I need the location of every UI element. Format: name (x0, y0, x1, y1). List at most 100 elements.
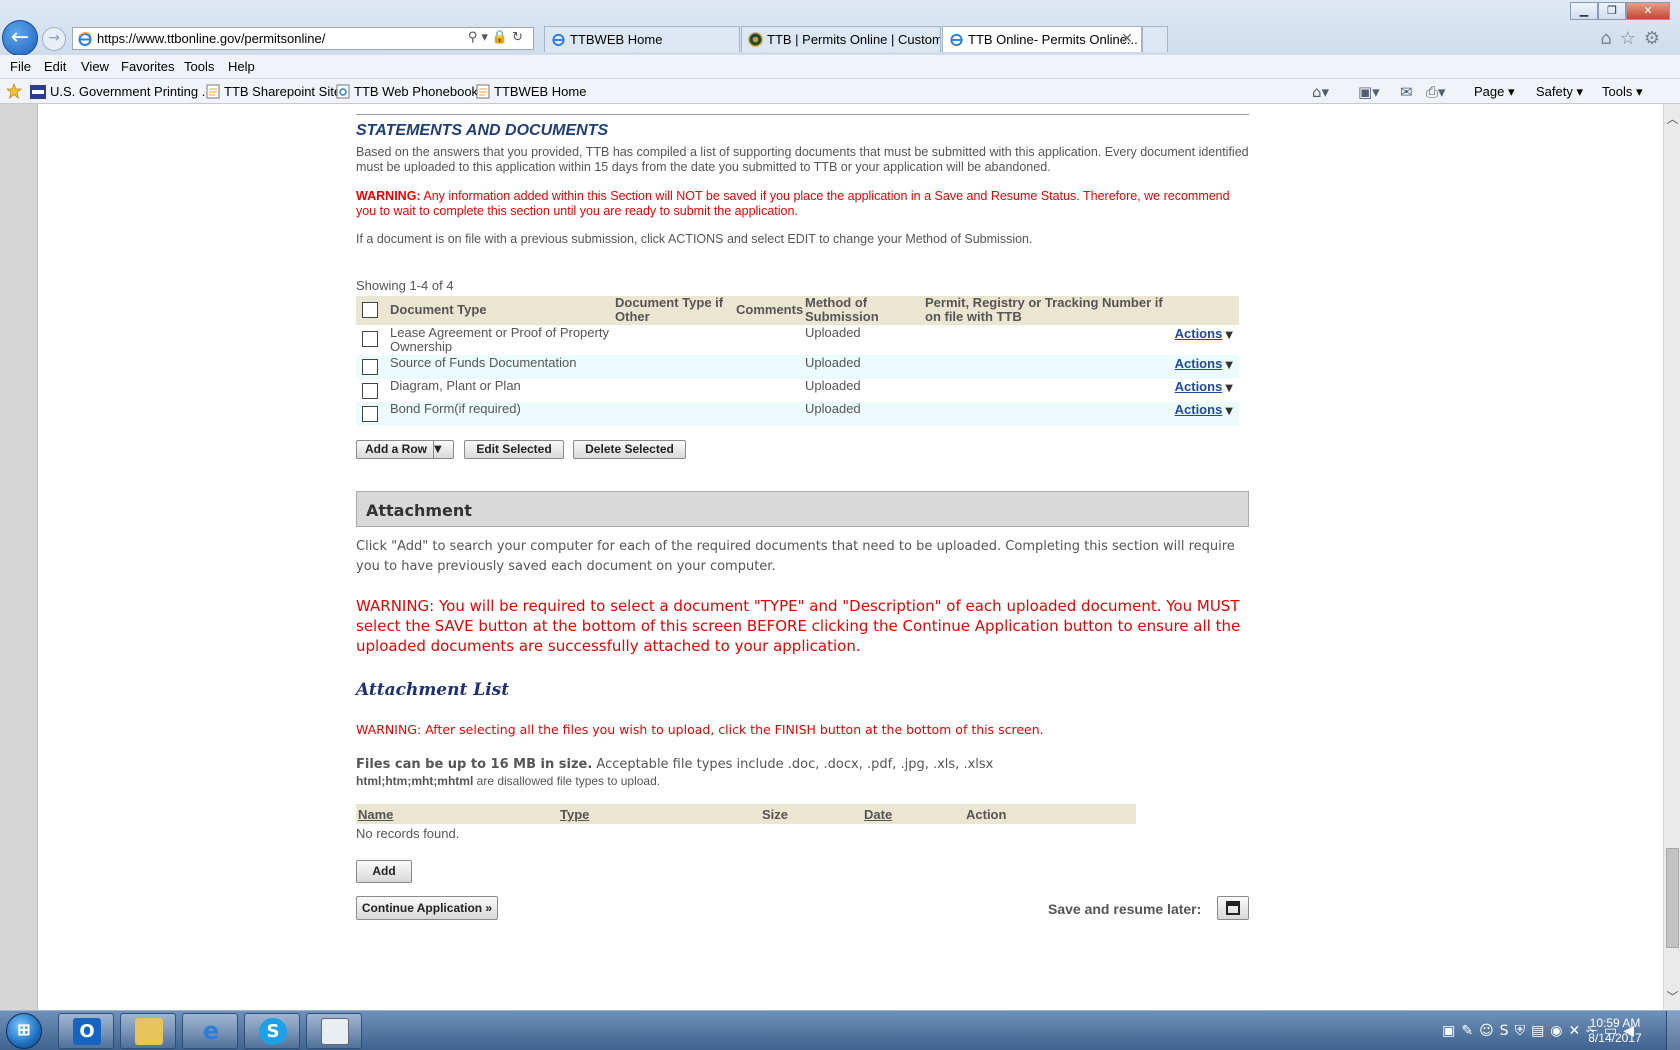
row-checkbox[interactable] (362, 331, 378, 347)
continue-application-button[interactable]: Continue Application » (356, 896, 498, 920)
menu-help[interactable]: Help (228, 59, 255, 74)
col-document-type: Document Type (390, 302, 487, 317)
tab-ttb-online-active[interactable]: TTB Online- Permits Online... ✕ (942, 26, 1142, 52)
row-actions-menu[interactable]: Actions ▼ (1175, 402, 1233, 417)
row-checkbox[interactable] (362, 406, 378, 422)
col-size: Size (762, 807, 789, 822)
fav-gpo[interactable]: U.S. Government Printing ... (30, 84, 213, 99)
attachment-list-title: Attachment List (356, 680, 510, 700)
taskbar-internet-explorer[interactable]: e (182, 1013, 238, 1049)
add-button[interactable]: Add (356, 860, 412, 883)
showing-count: Showing 1-4 of 4 (356, 278, 454, 293)
show-desktop-button[interactable] (1666, 1011, 1680, 1050)
table-row: Bond Form(if required) Uploaded Actions ▼ (356, 402, 1239, 426)
save-later-button[interactable] (1217, 896, 1249, 920)
add-row-label: Add a Row (365, 442, 427, 456)
skype-tray-icon[interactable]: S (1500, 1023, 1515, 1039)
col-type-sort[interactable]: Type (560, 807, 589, 822)
start-button[interactable]: ⊞ (6, 1013, 42, 1049)
ttb-seal-icon (748, 32, 763, 47)
forward-button[interactable]: → (42, 27, 66, 51)
delete-selected-button[interactable]: Delete Selected (573, 440, 686, 459)
star-icon[interactable]: ☆ (1620, 28, 1644, 49)
section-divider (356, 114, 1249, 115)
ie-icon (78, 32, 92, 46)
menu-tools[interactable]: Tools (184, 59, 214, 74)
taskbar-explorer[interactable] (120, 1013, 176, 1049)
taskbar-app[interactable] (306, 1013, 362, 1049)
print-icon[interactable]: ⎙▾ (1426, 83, 1446, 101)
restore-icon[interactable]: ❐ (1598, 2, 1626, 20)
tools-menu-label: Tools (1602, 84, 1633, 99)
lock-icon[interactable]: 🔒 (492, 30, 512, 45)
row-actions-menu[interactable]: Actions ▼ (1175, 326, 1233, 341)
safety-menu[interactable]: Safety ▾ (1536, 84, 1583, 100)
close-tab-icon[interactable]: ✕ (1121, 31, 1133, 47)
new-tab-button[interactable] (1142, 26, 1168, 52)
sync-tray-icon[interactable]: ◉ (1550, 1023, 1568, 1039)
home-icon[interactable]: ⌂ (1600, 28, 1619, 49)
row-checkbox[interactable] (362, 359, 378, 375)
add-row-button[interactable]: Add a Row ▼ (356, 440, 454, 459)
pen-tray-icon[interactable]: ✎ (1461, 1023, 1479, 1039)
tools-menu[interactable]: Tools ▾ (1602, 84, 1643, 100)
menu-edit[interactable]: Edit (44, 59, 66, 74)
shield-icon[interactable]: ⛨ (1515, 1023, 1532, 1039)
favorites-star-icon[interactable] (6, 83, 22, 99)
tab-label: TTB | Permits Online | Custom... (767, 32, 941, 47)
address-url[interactable]: https://www.ttbonline.gov/permitsonline/ (97, 31, 325, 46)
taskbar-clock[interactable]: 10:59 AM 8/14/2017 (1580, 1016, 1650, 1046)
gear-icon[interactable]: ⚙ (1644, 28, 1668, 49)
select-all-checkbox[interactable] (362, 302, 378, 318)
fav-label: TTB Sharepoint Site (224, 84, 342, 99)
dropdown-icon[interactable]: ▾ (481, 30, 492, 45)
user-tray-icon[interactable]: ☺ (1479, 1023, 1500, 1039)
tab-ttbweb-home[interactable]: TTBWEB Home (544, 26, 740, 52)
scroll-down-icon[interactable]: ﹀ (1664, 988, 1680, 1004)
tab-ttb-permits-online[interactable]: TTB | Permits Online | Custom... (741, 26, 941, 52)
attachment-instructions: Click "Add" to search your computer for … (356, 539, 1235, 574)
outlook-tray-icon[interactable]: ▣ (1442, 1023, 1461, 1039)
drive-tray-icon[interactable]: ▤ (1531, 1023, 1550, 1039)
ie-icon: e (202, 1017, 220, 1045)
back-button[interactable]: ← (2, 20, 38, 56)
menu-file[interactable]: File (10, 59, 31, 74)
scroll-up-icon[interactable]: ︿ (1664, 110, 1680, 126)
col-name-sort[interactable]: Name (358, 807, 393, 822)
minimize-icon[interactable]: ▁ (1570, 2, 1598, 20)
tab-label: TTBWEB Home (570, 32, 663, 47)
statements-warning: WARNING: Any information added within th… (356, 189, 1249, 219)
clock-time: 10:59 AM (1589, 1016, 1641, 1030)
row-doc-type: Lease Agreement or Proof of Property Own… (390, 325, 609, 354)
home-icon[interactable]: ⌂▾ (1312, 83, 1329, 101)
search-icon[interactable]: ⚲ (468, 30, 482, 45)
attachment-list-warning: WARNING: After selecting all the files y… (356, 722, 1044, 737)
menu-view[interactable]: View (81, 59, 109, 74)
actions-label: Actions (1174, 379, 1223, 394)
fav-sharepoint[interactable]: TTB Sharepoint Site (206, 84, 341, 99)
fav-ttbweb[interactable]: TTBWEB Home (476, 84, 586, 99)
row-checkbox[interactable] (362, 383, 378, 399)
url-prefix: https://www. (97, 31, 168, 46)
row-actions-menu[interactable]: Actions ▼ (1175, 356, 1233, 371)
fav-phonebook[interactable]: TTB Web Phonebook (336, 84, 478, 99)
col-date-sort[interactable]: Date (864, 807, 892, 822)
mail-icon[interactable]: ✉ (1400, 83, 1413, 101)
warning-label: WARNING: (356, 189, 421, 203)
scroll-thumb[interactable] (1666, 848, 1679, 948)
chevron-down-icon[interactable]: ▼ (433, 441, 453, 458)
address-bar[interactable]: https://www.ttbonline.gov/permitsonline/… (72, 27, 534, 50)
close-window-icon[interactable]: ✕ (1626, 2, 1670, 20)
taskbar-skype[interactable]: S (244, 1013, 300, 1049)
ie-icon (552, 33, 565, 47)
outlook-icon: O (73, 1018, 101, 1045)
edit-selected-button[interactable]: Edit Selected (464, 440, 564, 459)
tab-label: TTB Online- Permits Online... (968, 32, 1138, 47)
vertical-scrollbar[interactable]: ︿ ﹀ (1663, 104, 1680, 1010)
taskbar-outlook[interactable]: O (58, 1013, 114, 1049)
menu-favorites[interactable]: Favorites (121, 59, 174, 74)
refresh-icon[interactable]: ↻ (512, 30, 527, 45)
rss-feed-icon[interactable]: ▣▾ (1358, 83, 1380, 101)
row-actions-menu[interactable]: Actions ▼ (1175, 379, 1233, 394)
page-menu[interactable]: Page ▾ (1474, 84, 1515, 100)
